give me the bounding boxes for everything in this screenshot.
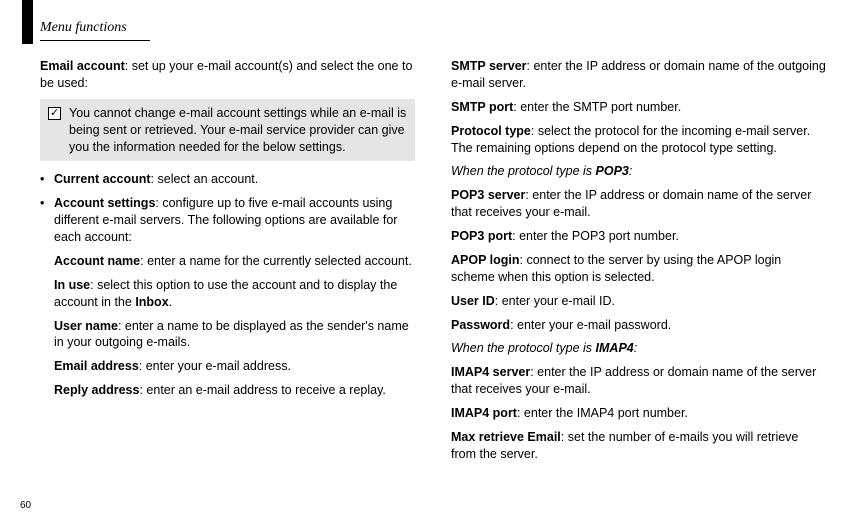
user-id-label: User ID xyxy=(451,294,495,308)
pop3-port-label: POP3 port xyxy=(451,229,512,243)
check-icon xyxy=(48,107,61,120)
bullet-body: Account settings: configure up to five e… xyxy=(54,195,415,246)
apop-para: APOP login: connect to the server by usi… xyxy=(451,252,826,286)
left-column: Email account: set up your e-mail accoun… xyxy=(40,58,415,470)
when-imap-b: IMAP4 xyxy=(596,341,634,355)
header-tab-decoration xyxy=(22,0,33,44)
email-address-text: : enter your e-mail address. xyxy=(139,359,291,373)
imap4-port-label: IMAP4 port xyxy=(451,406,517,420)
content-columns: Email account: set up your e-mail accoun… xyxy=(40,58,826,470)
protocol-type-label: Protocol type xyxy=(451,124,531,138)
imap4-port-text: : enter the IMAP4 port number. xyxy=(517,406,688,420)
bullet-account-settings: • Account settings: configure up to five… xyxy=(40,195,415,246)
pop3-server-label: POP3 server xyxy=(451,188,525,202)
page-number: 60 xyxy=(20,500,31,511)
when-imap-c: : xyxy=(634,341,637,355)
when-pop3-c: : xyxy=(629,164,632,178)
bullet-body: Current account: select an account. xyxy=(54,171,258,188)
max-retrieve-label: Max retrieve Email xyxy=(451,430,561,444)
bullet-current-account: • Current account: select an account. xyxy=(40,171,415,188)
email-address-label: Email address xyxy=(54,359,139,373)
imap4-port-para: IMAP4 port: enter the IMAP4 port number. xyxy=(451,405,826,422)
in-use-label: In use xyxy=(54,278,90,292)
email-account-label: Email account xyxy=(40,59,125,73)
when-pop3-b: POP3 xyxy=(596,164,629,178)
reply-address-text: : enter an e-mail address to receive a r… xyxy=(139,383,385,397)
bullet-dot-icon: • xyxy=(40,171,54,188)
when-pop3-a: When the protocol type is xyxy=(451,164,596,178)
account-name-para: Account name: enter a name for the curre… xyxy=(54,253,415,270)
note-box: You cannot change e-mail account setting… xyxy=(40,99,415,162)
password-text: : enter your e-mail password. xyxy=(510,318,671,332)
user-id-text: : enter your e-mail ID. xyxy=(495,294,615,308)
note-text: You cannot change e-mail account setting… xyxy=(69,105,407,156)
password-label: Password xyxy=(451,318,510,332)
right-column: SMTP server: enter the IP address or dom… xyxy=(451,58,826,470)
smtp-port-text: : enter the SMTP port number. xyxy=(513,100,681,114)
smtp-port-label: SMTP port xyxy=(451,100,513,114)
user-name-label: User name xyxy=(54,319,118,333)
in-use-text-a: : select this option to use the account … xyxy=(54,278,397,309)
pop3-port-para: POP3 port: enter the POP3 port number. xyxy=(451,228,826,245)
when-pop3-para: When the protocol type is POP3: xyxy=(451,163,826,180)
when-imap-a: When the protocol type is xyxy=(451,341,596,355)
imap4-server-para: IMAP4 server: enter the IP address or do… xyxy=(451,364,826,398)
reply-address-label: Reply address xyxy=(54,383,139,397)
pop3-port-text: : enter the POP3 port number. xyxy=(512,229,679,243)
header-rule xyxy=(40,40,150,41)
account-name-label: Account name xyxy=(54,254,140,268)
user-id-para: User ID: enter your e-mail ID. xyxy=(451,293,826,310)
password-para: Password: enter your e-mail password. xyxy=(451,317,826,334)
imap4-server-label: IMAP4 server xyxy=(451,365,530,379)
page-header: Menu functions xyxy=(40,20,826,46)
pop3-server-para: POP3 server: enter the IP address or dom… xyxy=(451,187,826,221)
current-account-text: : select an account. xyxy=(151,172,259,186)
max-retrieve-para: Max retrieve Email: set the number of e-… xyxy=(451,429,826,463)
current-account-label: Current account xyxy=(54,172,151,186)
account-name-text: : enter a name for the currently selecte… xyxy=(140,254,412,268)
email-account-para: Email account: set up your e-mail accoun… xyxy=(40,58,415,92)
smtp-port-para: SMTP port: enter the SMTP port number. xyxy=(451,99,826,116)
account-settings-label: Account settings xyxy=(54,196,155,210)
email-address-para: Email address: enter your e-mail address… xyxy=(54,358,415,375)
smtp-server-label: SMTP server xyxy=(451,59,527,73)
when-imap-para: When the protocol type is IMAP4: xyxy=(451,340,826,357)
in-use-inbox: Inbox xyxy=(135,295,168,309)
apop-label: APOP login xyxy=(451,253,520,267)
in-use-para: In use: select this option to use the ac… xyxy=(54,277,415,311)
protocol-type-para: Protocol type: select the protocol for t… xyxy=(451,123,826,157)
user-name-para: User name: enter a name to be displayed … xyxy=(54,318,415,352)
smtp-server-para: SMTP server: enter the IP address or dom… xyxy=(451,58,826,92)
section-title: Menu functions xyxy=(40,20,127,36)
bullet-dot-icon: • xyxy=(40,195,54,246)
in-use-text-b: . xyxy=(169,295,172,309)
reply-address-para: Reply address: enter an e-mail address t… xyxy=(54,382,415,399)
